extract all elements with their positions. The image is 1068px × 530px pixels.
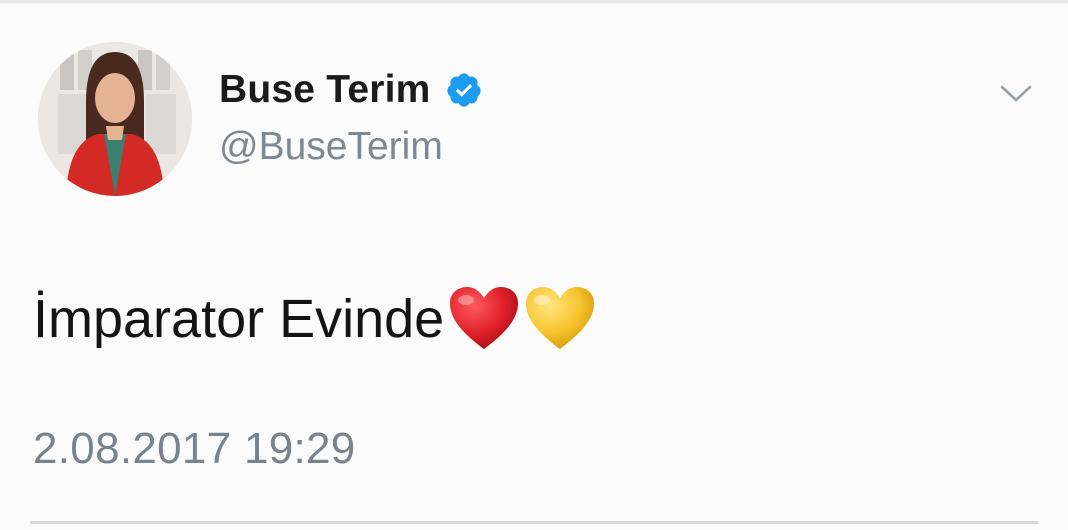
top-divider [0,0,1068,3]
tweet-card: Buse Terim @BuseTerim İmparator Evinde 2… [0,0,1068,530]
chevron-down-icon[interactable] [996,78,1036,108]
emoji-group [446,283,598,355]
red-heart-icon [446,283,522,355]
yellow-heart-icon [522,283,598,355]
bottom-divider [30,521,1038,524]
display-name[interactable]: Buse Terim [219,68,483,112]
user-handle[interactable]: @BuseTerim [219,125,443,169]
tweet-text-content: İmparator Evinde [33,289,445,349]
verified-badge-icon [445,71,483,109]
display-name-text[interactable]: Buse Terim [219,68,431,112]
tweet-timestamp[interactable]: 2.08.2017 19:29 [33,424,356,474]
tweet-text: İmparator Evinde [33,283,598,355]
avatar[interactable] [38,42,192,196]
